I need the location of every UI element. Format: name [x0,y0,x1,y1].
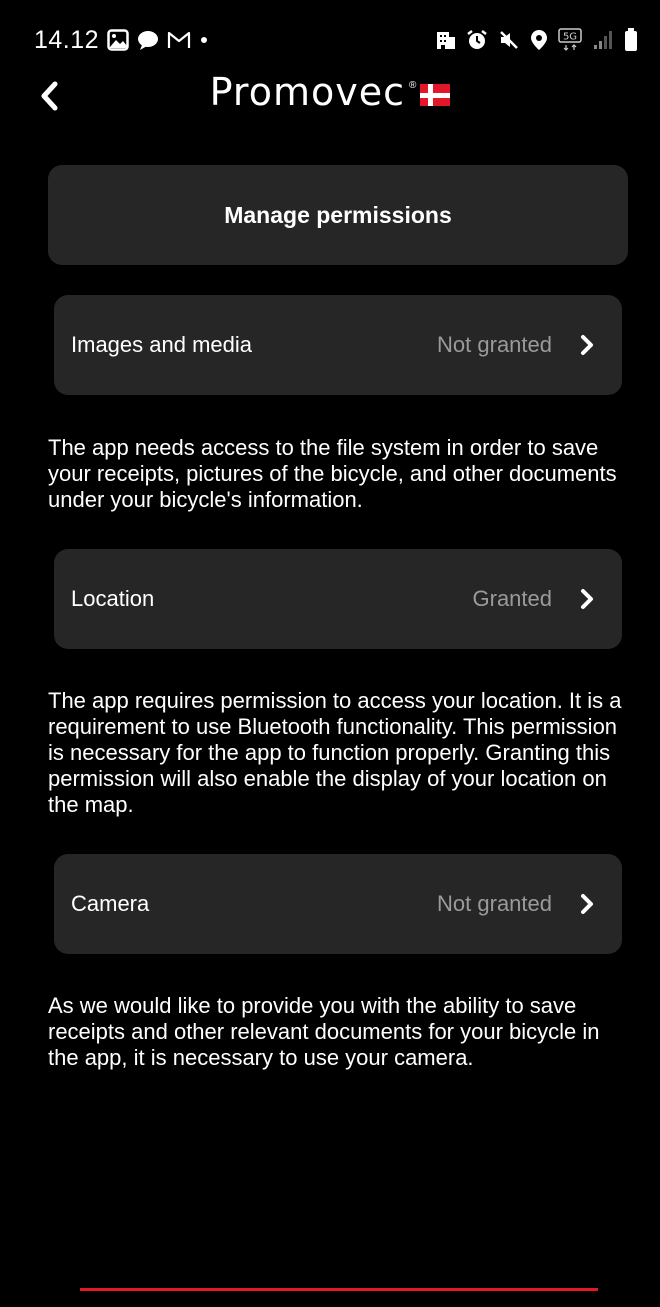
building-icon [436,30,456,50]
status-bar-left: 14.12 [34,26,209,55]
network-icon: 5G [558,28,582,52]
permission-description-camera: As we would like to provide you with the… [48,993,600,1070]
brand-registered-mark: ® [408,80,417,91]
mute-icon [498,29,520,51]
permission-row-camera[interactable]: Camera Not granted [54,854,622,954]
location-icon [530,29,548,51]
status-bar-right: 5G [436,28,638,52]
permission-row-location[interactable]: Location Granted [54,549,622,649]
permission-description-location: The app requires permission to access yo… [48,688,622,817]
permission-label: Camera [71,891,150,916]
dot-icon [199,35,209,45]
chevron-right-icon [578,587,596,611]
permission-status: Granted [472,586,553,611]
permission-label: Location [71,586,155,611]
page-title: Manage permissions [224,201,452,228]
status-bar: 14.12 5G [8,10,652,70]
permission-description-images-media: The app needs access to the file system … [48,435,617,512]
permission-label: Images and media [71,332,252,357]
brand-name: Promovec [209,70,405,114]
chevron-right-icon [578,333,596,357]
gmail-icon [167,30,191,50]
svg-text:5G: 5G [563,32,577,43]
status-time: 14.12 [34,25,100,54]
brand-logo: Promovec ® [0,70,660,114]
permission-status: Not granted [437,332,552,357]
permission-row-images-media[interactable]: Images and media Not granted [54,295,622,395]
chevron-right-icon [578,892,596,916]
app-header: Promovec ® [0,66,660,126]
page-title-card: Manage permissions [48,165,628,265]
bottom-accent-bar [80,1288,598,1291]
denmark-flag-icon [420,84,451,106]
alarm-icon [466,29,488,51]
permission-status: Not granted [437,891,552,916]
battery-icon [624,28,638,52]
gallery-icon [107,29,129,51]
chat-icon [137,29,159,51]
signal-icon [592,30,614,50]
